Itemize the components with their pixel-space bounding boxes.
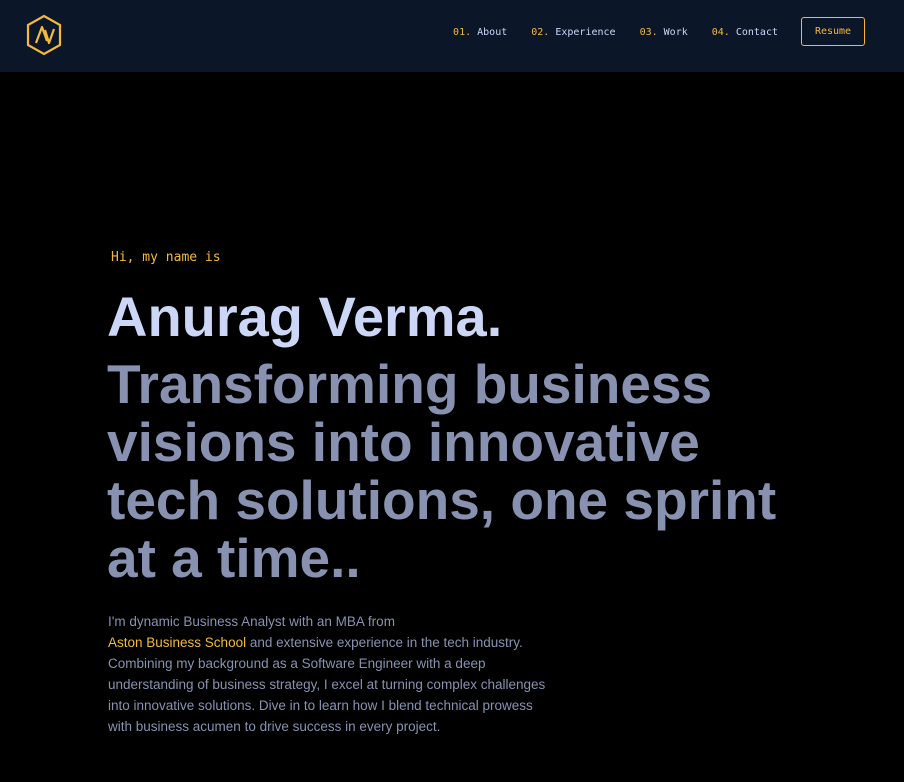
nav-link-experience[interactable]: 02. Experience — [531, 27, 615, 38]
nav-label: Contact — [735, 26, 778, 38]
nav-link-about[interactable]: 01. About — [453, 27, 507, 38]
nav-number: 04. — [711, 26, 730, 38]
nav-link-work[interactable]: 03. Work — [640, 27, 688, 38]
nav-number: 03. — [639, 26, 658, 38]
nav-number: 02. — [531, 26, 550, 38]
hero-greeting: Hi, my name is — [111, 250, 221, 265]
bio-text-intro: I'm dynamic Business Analyst with an MBA… — [108, 614, 395, 629]
nav-number: 01. — [453, 26, 472, 38]
nav-label: Experience — [555, 26, 616, 38]
hero-bio: I'm dynamic Business Analyst with an MBA… — [108, 611, 558, 737]
hexagon-monogram-icon — [26, 14, 62, 56]
aston-business-school-link[interactable]: Aston Business School — [108, 635, 246, 650]
hero-tagline: Transforming business visions into innov… — [107, 353, 777, 589]
hero-name: Anurag Verma. — [107, 285, 503, 348]
logo-icon[interactable] — [25, 14, 63, 56]
top-navigation-bar: 01. About 02. Experience 03. Work 04. Co… — [0, 0, 904, 72]
resume-button[interactable]: Resume — [801, 17, 865, 46]
nav-links: 01. About 02. Experience 03. Work 04. Co… — [453, 24, 778, 40]
nav-label: About — [477, 26, 508, 38]
nav-label: Work — [663, 26, 688, 38]
nav-link-contact[interactable]: 04. Contact — [712, 27, 778, 38]
